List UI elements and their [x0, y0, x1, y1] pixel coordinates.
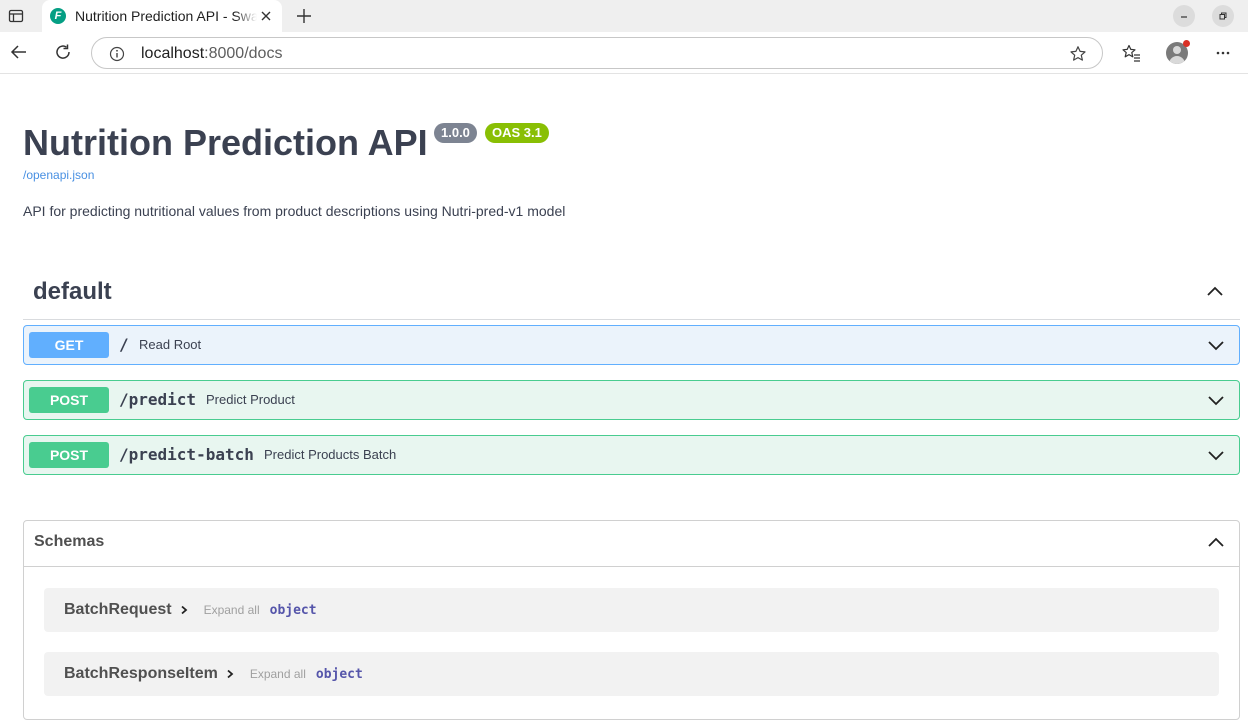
chevron-up-icon[interactable]: [1204, 281, 1226, 303]
model-type: object: [315, 666, 363, 682]
tab-strip: F Nutrition Prediction API - Swagger UI: [0, 0, 1248, 32]
operation-summary: Read Root: [139, 337, 202, 352]
star-icon[interactable]: [1068, 44, 1088, 64]
operation-summary: Predict Product: [206, 392, 295, 407]
schemas-title: Schemas: [34, 533, 105, 550]
schemas-header[interactable]: Schemas: [24, 521, 1239, 567]
operation-summary: Predict Products Batch: [264, 447, 397, 462]
tab-title: Nutrition Prediction API - Swagger UI: [75, 8, 257, 24]
schemas-section: Schemas BatchRequest Expand all object B…: [23, 520, 1240, 720]
operation-get-root[interactable]: GET / Read Root: [23, 325, 1240, 365]
restore-icon[interactable]: [1212, 5, 1234, 27]
address-bar[interactable]: localhost:8000/docs: [91, 37, 1103, 69]
sidebar-icon[interactable]: [6, 6, 26, 26]
notification-dot: [1183, 40, 1190, 47]
expand-all-button[interactable]: Expand all: [204, 603, 260, 617]
page-title: Nutrition Prediction API: [23, 122, 428, 163]
model-batchresponseitem[interactable]: BatchResponseItem Expand all object: [44, 652, 1219, 696]
minimize-icon[interactable]: [1173, 5, 1195, 27]
model-name[interactable]: BatchResponseItem: [64, 665, 218, 683]
chevron-right-icon[interactable]: [224, 668, 236, 680]
favorites-icon[interactable]: [1118, 40, 1144, 66]
model-type: object: [269, 602, 317, 618]
oas-badge: OAS 3.1: [485, 123, 549, 143]
plus-icon[interactable]: [293, 5, 315, 27]
url-text: localhost:8000/docs: [141, 44, 282, 64]
operation-path: /: [119, 335, 129, 354]
method-badge: POST: [29, 387, 109, 413]
profile-icon[interactable]: [1164, 40, 1190, 66]
method-badge: GET: [29, 332, 109, 358]
operation-path: /predict-batch: [119, 445, 254, 464]
browser-tab[interactable]: F Nutrition Prediction API - Swagger UI: [42, 0, 282, 32]
model-name[interactable]: BatchRequest: [64, 601, 172, 619]
info-icon[interactable]: [108, 45, 126, 63]
chevron-up-icon[interactable]: [1205, 532, 1227, 554]
method-badge: POST: [29, 442, 109, 468]
url-host: localhost: [141, 45, 205, 62]
operation-post-predict[interactable]: POST /predict Predict Product: [23, 380, 1240, 420]
more-icon[interactable]: [1210, 40, 1236, 66]
reload-icon[interactable]: [51, 40, 75, 64]
operation-post-predict-batch[interactable]: POST /predict-batch Predict Products Bat…: [23, 435, 1240, 475]
version-badge: 1.0.0: [434, 123, 477, 143]
openapi-json-link[interactable]: /openapi.json: [23, 168, 94, 182]
chevron-right-icon[interactable]: [178, 604, 190, 616]
back-icon[interactable]: [7, 40, 31, 64]
tag-name: default: [33, 278, 112, 305]
operation-path: /predict: [119, 390, 197, 409]
url-path: :8000/docs: [204, 45, 283, 62]
swagger-favicon-icon: F: [50, 8, 66, 24]
chevron-down-icon[interactable]: [1205, 389, 1227, 411]
toolbar: localhost:8000/docs: [0, 32, 1248, 74]
model-batchrequest[interactable]: BatchRequest Expand all object: [44, 588, 1219, 632]
api-description: API for predicting nutritional values fr…: [23, 203, 566, 219]
expand-all-button[interactable]: Expand all: [250, 667, 306, 681]
chevron-down-icon[interactable]: [1205, 334, 1227, 356]
close-icon[interactable]: [258, 8, 274, 24]
chevron-down-icon[interactable]: [1205, 444, 1227, 466]
tag-section-header[interactable]: default: [23, 269, 1240, 320]
